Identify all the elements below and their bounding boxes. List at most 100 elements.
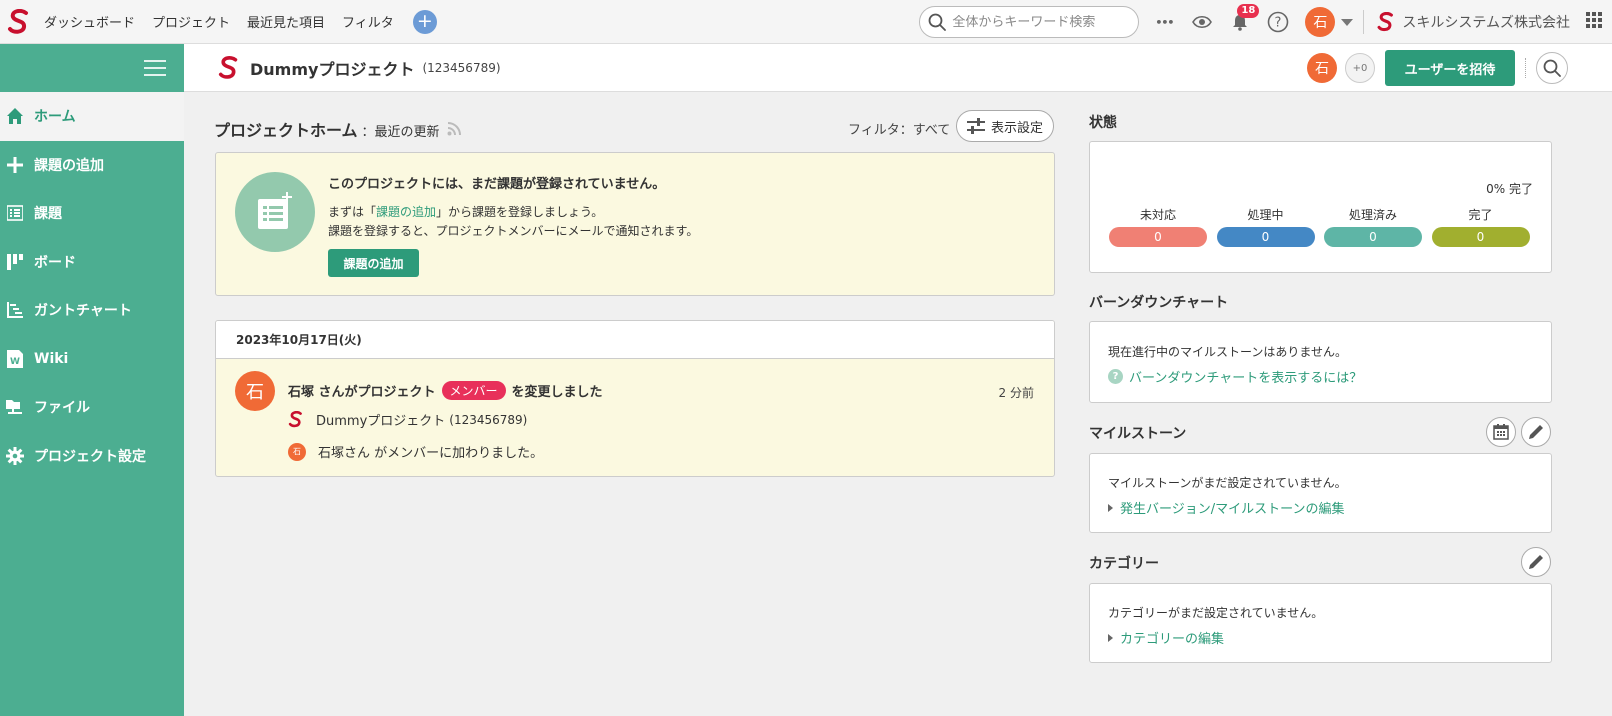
sidebar-item-files[interactable]: ファイル xyxy=(0,383,184,432)
project-name[interactable]: Dummyプロジェクト xyxy=(250,56,414,80)
company-switcher[interactable]: スキルシステムズ株式会社 xyxy=(1376,12,1570,32)
status-heading: 状態 xyxy=(1089,115,1117,131)
svg-text:?: ? xyxy=(1275,16,1282,31)
category-edit-link[interactable]: カテゴリーの編集 xyxy=(1108,628,1224,647)
burndown-box: 現在進行中のマイルストーンはありません。 ? バーンダウンチャートを表示するには… xyxy=(1089,321,1552,403)
sidebar-header xyxy=(0,44,184,92)
category-message: カテゴリーがまだ設定されていません。 xyxy=(1108,606,1324,620)
display-settings-button[interactable]: 表示設定 xyxy=(956,110,1054,142)
project-logo-icon xyxy=(218,55,240,80)
backlog-logo-icon[interactable] xyxy=(4,7,34,37)
sidebar-item-label: ファイル xyxy=(34,400,90,417)
notice-line1-prefix: まずは「 xyxy=(328,205,377,219)
svg-text:W: W xyxy=(10,357,20,367)
activity-actor[interactable]: 石塚 さんがプロジェクト xyxy=(288,381,436,400)
sidebar-item-add-issue[interactable]: 課題の追加 xyxy=(0,141,184,190)
watch-eye-icon[interactable] xyxy=(1191,11,1213,33)
milestone-edit-link[interactable]: 発生バージョン/マイルストーンの編集 xyxy=(1108,498,1344,517)
search-icon xyxy=(1543,59,1561,77)
status-label: 未対応 xyxy=(1139,208,1176,222)
activity-user-avatar[interactable]: 石 xyxy=(235,371,275,411)
activity-feed: 2023年10月17日(火) 石 石塚 さんがプロジェクト メンバー を変更しま… xyxy=(215,320,1055,477)
main-content: プロジェクトホーム ：最近の更新 フィルタ：すべて 表示設定 このプロジェクトに… xyxy=(214,92,1056,477)
sidebar-item-label: ホーム xyxy=(34,109,76,126)
sidebar-item-label: ボード xyxy=(34,254,76,271)
triangle-right-icon xyxy=(1108,633,1113,642)
activity-summary: 石塚 さんがプロジェクト メンバー を変更しました xyxy=(288,381,603,400)
more-menu-icon[interactable]: ••• xyxy=(1153,11,1175,33)
help-icon[interactable]: ? xyxy=(1267,11,1289,33)
nav-recent[interactable]: 最近見た項目 xyxy=(247,12,325,31)
status-open[interactable]: 未対応 0 xyxy=(1109,206,1207,247)
status-box: 0% 完了 未対応 0 処理中 0 処理済み 0 完了 0 xyxy=(1089,141,1552,273)
page-subtitle: ：最近の更新 xyxy=(361,125,440,140)
pencil-icon xyxy=(1529,555,1543,569)
divider xyxy=(1525,58,1526,78)
notice-title: このプロジェクトには、まだ課題が登録されていません。 xyxy=(328,177,666,192)
status-in-progress[interactable]: 処理中 0 xyxy=(1216,206,1315,247)
sidebar-item-project-settings[interactable]: プロジェクト設定 xyxy=(0,432,184,481)
rss-icon[interactable] xyxy=(447,121,461,140)
category-heading: カテゴリー xyxy=(1089,556,1159,572)
project-header: Dummyプロジェクト (123456789) 石 +0 ユーザーを招待 xyxy=(184,44,1612,92)
status-label: 処理中 xyxy=(1247,208,1284,222)
status-label: 処理済み xyxy=(1348,208,1397,222)
top-bar: ダッシュボード プロジェクト 最近見た項目 フィルタ + ••• 18 ? 石 … xyxy=(0,0,1612,44)
main-title-row: プロジェクトホーム ：最近の更新 フィルタ：すべて 表示設定 xyxy=(214,92,1056,160)
milestone-heading: マイルストーン xyxy=(1089,426,1187,442)
category-edit-button[interactable] xyxy=(1521,547,1551,577)
burndown-help-link[interactable]: ? バーンダウンチャートを表示するには？ xyxy=(1108,367,1362,386)
pencil-icon xyxy=(1529,425,1543,439)
extra-members-count[interactable]: +0 xyxy=(1345,53,1375,83)
sidebar-item-board[interactable]: ボード xyxy=(0,238,184,287)
activity-project[interactable]: Dummyプロジェクト (123456789) xyxy=(288,410,527,429)
nav-filter[interactable]: フィルタ xyxy=(342,12,394,31)
filter-label: フィルタ：すべて xyxy=(848,123,951,138)
nav-dashboard[interactable]: ダッシュボード xyxy=(44,12,135,31)
sidebar-item-gantt[interactable]: ガントチャート xyxy=(0,286,184,335)
global-search-input[interactable] xyxy=(952,14,1123,30)
add-issue-button[interactable]: 課題の追加 xyxy=(328,249,419,277)
milestone-edit-button[interactable] xyxy=(1521,417,1551,447)
category-box: カテゴリーがまだ設定されていません。 カテゴリーの編集 xyxy=(1089,583,1552,663)
list-icon xyxy=(5,203,25,223)
plus-icon xyxy=(5,155,25,175)
user-menu-caret-icon[interactable] xyxy=(1341,18,1354,26)
add-plus-icon[interactable]: + xyxy=(412,9,437,34)
hamburger-menu-icon[interactable] xyxy=(144,59,166,77)
activity-time: 2 分前 xyxy=(998,386,1034,400)
sidebar-item-label: ガントチャート xyxy=(34,303,132,320)
project-member-avatar[interactable]: 石 xyxy=(1307,53,1337,83)
project-header-actions: 石 +0 ユーザーを招待 xyxy=(1307,44,1612,92)
status-closed[interactable]: 完了 0 xyxy=(1431,206,1530,247)
top-nav: ダッシュボード プロジェクト 最近見た項目 フィルタ + xyxy=(44,9,437,34)
status-count-pill: 0 xyxy=(1431,227,1530,247)
divider xyxy=(1363,10,1365,34)
user-avatar[interactable]: 石 xyxy=(1305,7,1336,37)
milestone-calendar-button[interactable] xyxy=(1486,417,1516,447)
status-count-pill: 0 xyxy=(1324,227,1422,247)
app-grid-icon[interactable] xyxy=(1586,12,1602,32)
member-badge: メンバー xyxy=(441,381,506,400)
search-icon xyxy=(929,13,947,31)
add-issue-document-icon xyxy=(235,172,315,252)
project-logo-icon xyxy=(288,411,302,428)
status-resolved[interactable]: 処理済み 0 xyxy=(1324,206,1422,247)
sidebar-item-wiki[interactable]: W Wiki xyxy=(0,335,184,384)
project-search-button[interactable] xyxy=(1536,52,1568,84)
nav-project[interactable]: プロジェクト xyxy=(152,12,230,31)
status-count-pill: 0 xyxy=(1109,227,1207,247)
global-search[interactable] xyxy=(919,6,1140,38)
status-count-pill: 0 xyxy=(1216,227,1315,247)
sidebar: ホーム 課題の追加 課題 ボード ガントチャート W Wiki ファイル プロジ… xyxy=(0,44,184,716)
notification-bell-icon[interactable]: 18 xyxy=(1229,4,1260,33)
add-issue-link[interactable]: 課題の追加 xyxy=(376,205,436,219)
question-icon: ? xyxy=(1108,369,1123,384)
project-key: (123456789) xyxy=(422,60,501,75)
invite-user-button[interactable]: ユーザーを招待 xyxy=(1385,50,1515,86)
completion-percent: 0% 完了 xyxy=(1486,182,1533,196)
gear-icon xyxy=(5,446,25,466)
sidebar-item-home[interactable]: ホーム xyxy=(0,92,184,141)
sidebar-item-issues[interactable]: 課題 xyxy=(0,189,184,238)
gantt-icon xyxy=(5,300,25,320)
